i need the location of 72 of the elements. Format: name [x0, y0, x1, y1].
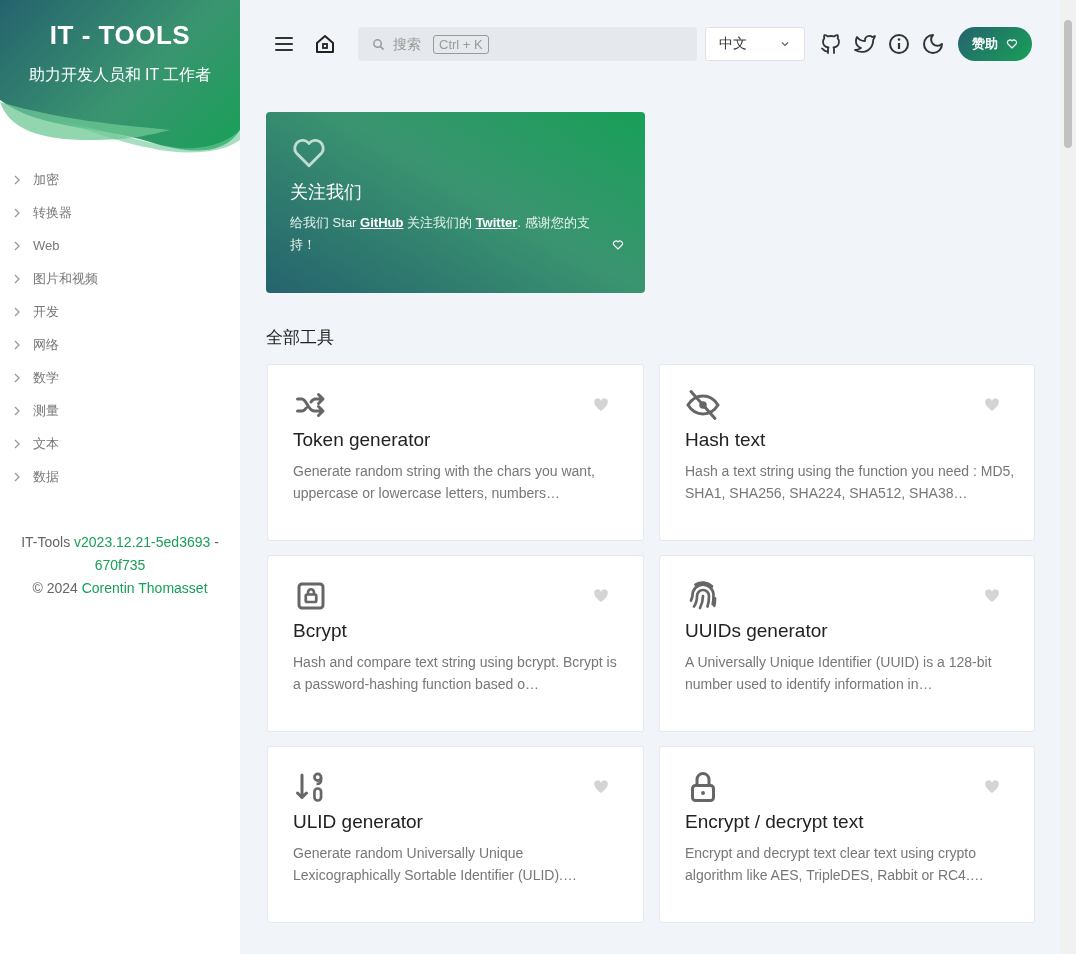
- tool-card[interactable]: UUIDs generator A Universally Unique Identifier (UUID) is a 128-bit number used to identify information in…: [659, 555, 1035, 732]
- category-item[interactable]: 数据: [12, 460, 240, 493]
- tool-description: Encrypt and decrypt text clear text using crypto algorithm like AES, TripleDES, Rabbit or RC4.…: [685, 844, 985, 885]
- category-item[interactable]: 图片和视频: [12, 262, 240, 295]
- tool-description: Hash and compare text string using bcrypt. Bcrypt is a password-hashing function based o…: [293, 653, 618, 694]
- heart-icon[interactable]: [593, 397, 609, 413]
- text-link[interactable]: GitHub: [360, 215, 404, 230]
- language-select[interactable]: 中文: [705, 27, 805, 61]
- category-item[interactable]: 数学: [12, 361, 240, 394]
- footer-link[interactable]: 670f735: [94, 557, 146, 573]
- bird-icon[interactable]: [853, 32, 877, 56]
- heart-icon[interactable]: [984, 397, 1000, 413]
- heart-icon: [1006, 38, 1018, 50]
- info-icon[interactable]: [887, 32, 911, 56]
- tool-title: ULID generator: [293, 811, 424, 833]
- tool-description: A Universally Unique Identifier (UUID) is a 128-bit number used to identify information in…: [685, 653, 993, 694]
- footer-text: IT-Tools: [21, 534, 72, 550]
- tool-card[interactable]: Token generator Generate random string with the chars you want, uppercase or lowercase letters, numbers…: [267, 364, 644, 541]
- footer-text: © 2024: [32, 580, 79, 596]
- search-icon: [372, 37, 385, 51]
- text-link[interactable]: Twitter: [475, 215, 518, 230]
- category-item[interactable]: 转换器: [12, 196, 240, 229]
- footer-text: -: [213, 534, 219, 550]
- tool-title: UUIDs generator: [685, 620, 829, 642]
- follow-message: 给我们 Star GitHub 关注我们的 Twitter. 感谢您的支持！: [290, 214, 591, 254]
- search-input[interactable]: 搜索: [393, 36, 425, 52]
- heart-icon: [612, 239, 624, 251]
- moon-icon[interactable]: [921, 32, 945, 56]
- tool-card[interactable]: Bcrypt Hash and compare text string using bcrypt. Bcrypt is a password-hashing function based o…: [267, 555, 644, 732]
- category-label: 文本: [33, 434, 59, 453]
- footer-link[interactable]: v2023.12.21-5ed3693: [74, 534, 211, 550]
- tool-description: Hash a text string using the function you need : MD5, SHA1, SHA256, SHA224, SHA512, SHA38…: [685, 462, 1015, 503]
- tool-description: Generate random Universally Unique Lexicographically Sortable Identifier (ULID).…: [293, 844, 578, 885]
- home-icon[interactable]: [313, 32, 337, 56]
- category-item[interactable]: Web: [12, 229, 240, 262]
- category-label: 加密: [33, 170, 59, 189]
- shortcut-hint: Ctrl + K: [433, 34, 489, 54]
- chevron-down-icon: [780, 39, 790, 49]
- category-label: 数学: [33, 368, 59, 387]
- category-label: 测量: [33, 401, 59, 420]
- heart-icon[interactable]: [984, 779, 1000, 795]
- category-label: 转换器: [33, 203, 72, 222]
- heart-icon[interactable]: [593, 588, 609, 604]
- section-title: 全部工具: [266, 327, 335, 349]
- category-item[interactable]: 文本: [12, 427, 240, 460]
- github-icon[interactable]: [819, 32, 843, 56]
- category-label: 开发: [33, 302, 59, 321]
- tool-card[interactable]: Encrypt / decrypt text Encrypt and decrypt text clear text using crypto algorithm like AES, TripleDES, Rabbit or RC4.…: [659, 746, 1035, 923]
- heart-icon[interactable]: [593, 779, 609, 795]
- tool-title: Hash text: [685, 429, 767, 451]
- tool-description: Generate random string with the chars you want, uppercase or lowercase letters, numbers…: [293, 462, 596, 503]
- category-label: 图片和视频: [33, 269, 98, 288]
- category-label: Web: [33, 238, 60, 253]
- category-item[interactable]: 开发: [12, 295, 240, 328]
- scrollbar[interactable]: [1060, 0, 1076, 954]
- category-item[interactable]: 网络: [12, 328, 240, 361]
- eye-slash-icon: [685, 387, 721, 423]
- category-label: 网络: [33, 335, 59, 354]
- tool-title: Token generator: [293, 429, 432, 451]
- heart-icon[interactable]: [984, 588, 1000, 604]
- card-title: 关注我们: [290, 181, 363, 204]
- sponsor-button[interactable]: 赞助: [958, 27, 1032, 61]
- footer-link[interactable]: Corentin Thomasset: [81, 580, 208, 596]
- category-label: 数据: [33, 467, 59, 486]
- category-item[interactable]: 加密: [12, 163, 240, 196]
- tool-title: Bcrypt: [293, 620, 348, 642]
- category-item[interactable]: 测量: [12, 394, 240, 427]
- tool-title: Encrypt / decrypt text: [685, 811, 865, 833]
- app-subtitle: 助力开发人员和 IT 工作者: [27, 65, 213, 85]
- app-title: IT - TOOLS: [48, 20, 192, 51]
- tool-card[interactable]: ULID generator Generate random Universally Unique Lexicographically Sortable Identifier (ULID).…: [267, 746, 644, 923]
- tool-card[interactable]: Hash text Hash a text string using the function you need : MD5, SHA1, SHA256, SHA224, SHA512, SHA38…: [659, 364, 1035, 541]
